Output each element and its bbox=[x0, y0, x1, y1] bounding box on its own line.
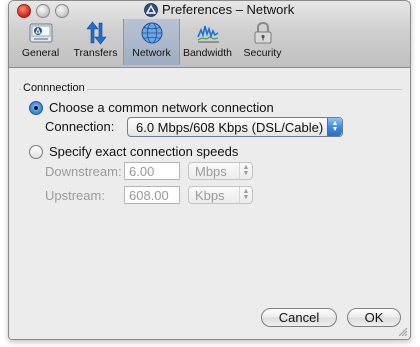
radio-common-connection[interactable]: Choose a common network connection bbox=[29, 100, 274, 115]
network-globe-icon bbox=[141, 22, 162, 44]
zoom-window-button[interactable] bbox=[55, 4, 69, 18]
radio-specify-speeds-button[interactable] bbox=[29, 144, 43, 159]
tab-bandwidth[interactable]: Bandwidth bbox=[180, 19, 235, 65]
tab-network-label: Network bbox=[132, 47, 171, 59]
downstream-label: Downstream: bbox=[45, 164, 122, 179]
radio-common-connection-button[interactable] bbox=[29, 100, 43, 115]
tab-general-label: General bbox=[21, 47, 60, 59]
close-window-button[interactable] bbox=[17, 4, 31, 18]
cancel-button[interactable]: Cancel bbox=[261, 308, 337, 327]
upstream-label: Upstream: bbox=[45, 188, 105, 203]
connection-group-label: Connnection bbox=[21, 82, 87, 94]
downstream-unit-value: Mbps bbox=[195, 163, 227, 179]
tab-security[interactable]: Security bbox=[235, 19, 290, 65]
general-icon bbox=[29, 23, 52, 43]
popup-arrows-icon: ▲ ▼ bbox=[239, 187, 252, 203]
radio-common-connection-label: Choose a common network connection bbox=[49, 100, 274, 115]
upstream-unit-value: Kbps bbox=[195, 187, 225, 203]
downstream-value: 6.00 bbox=[129, 163, 155, 179]
connection-label: Connection: bbox=[45, 119, 115, 134]
connection-popup-value: 6.0 Mbps/608 Kbps (DSL/Cable) bbox=[136, 119, 324, 135]
app-icon bbox=[144, 2, 158, 17]
preferences-window: Preferences – Network General Transfers bbox=[8, 0, 411, 340]
network-pane: Connnection Choose a common network conn… bbox=[9, 68, 410, 339]
window-title: Preferences – Network bbox=[144, 2, 294, 17]
upstream-unit-popup[interactable]: Kbps ▲ ▼ bbox=[188, 186, 253, 204]
padlock-icon bbox=[254, 21, 271, 44]
tab-bandwidth-label: Bandwidth bbox=[182, 47, 233, 59]
preferences-toolbar: General Transfers Network Bandwidth Secu… bbox=[13, 19, 290, 65]
title-bar: Preferences – Network General Transfers bbox=[9, 1, 410, 68]
tab-general[interactable]: General bbox=[13, 19, 68, 65]
transfers-icon bbox=[85, 21, 107, 45]
radio-specify-speeds[interactable]: Specify exact connection speeds bbox=[29, 144, 238, 159]
popup-arrows-icon: ▲ ▼ bbox=[239, 163, 252, 179]
tab-transfers[interactable]: Transfers bbox=[68, 19, 123, 65]
ok-button[interactable]: OK bbox=[347, 308, 401, 327]
bandwidth-icon bbox=[196, 25, 219, 43]
upstream-value: 608.00 bbox=[129, 187, 169, 203]
tab-transfers-label: Transfers bbox=[73, 47, 118, 59]
connection-popup[interactable]: 6.0 Mbps/608 Kbps (DSL/Cable) ▲ ▼ bbox=[127, 117, 343, 137]
upstream-field[interactable]: 608.00 bbox=[124, 186, 180, 204]
tab-security-label: Security bbox=[243, 47, 282, 59]
minimize-window-button[interactable] bbox=[36, 4, 50, 18]
resize-grip-icon[interactable] bbox=[397, 326, 408, 337]
downstream-field[interactable]: 6.00 bbox=[124, 162, 180, 180]
downstream-unit-popup[interactable]: Mbps ▲ ▼ bbox=[188, 162, 253, 180]
popup-arrows-icon: ▲ ▼ bbox=[327, 118, 342, 136]
tab-network[interactable]: Network bbox=[123, 19, 180, 65]
window-title-text: Preferences – Network bbox=[162, 2, 295, 17]
radio-specify-speeds-label: Specify exact connection speeds bbox=[49, 144, 239, 159]
